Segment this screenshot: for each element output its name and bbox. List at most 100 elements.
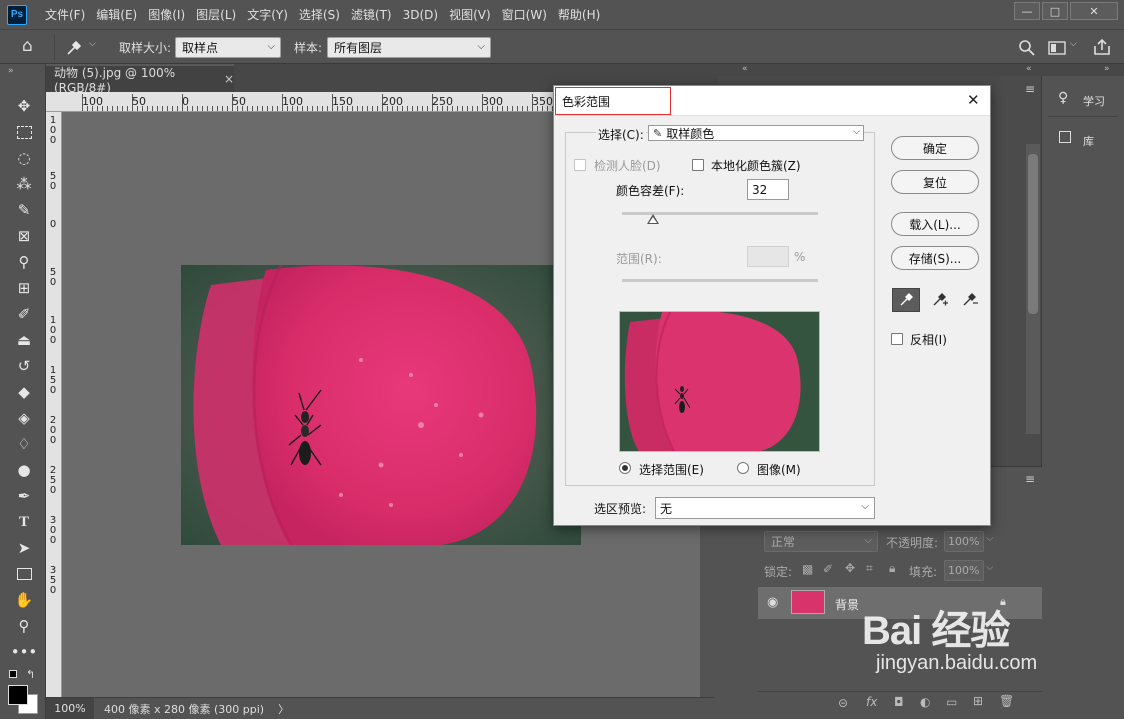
pen-slice-tool-icon[interactable]: ✎ (13, 199, 35, 221)
selection-preview-select[interactable]: 无 ⌵ (655, 497, 875, 519)
history-brush-tool-icon[interactable]: ↺ (13, 355, 35, 377)
blur-tool-icon[interactable]: ♢ (13, 433, 35, 455)
layer-name[interactable]: 背景 (835, 596, 859, 613)
eyedropper-tool-icon[interactable]: ⚲ (13, 251, 35, 273)
view-selection-radio[interactable] (619, 462, 631, 474)
zoom-tool-icon[interactable]: ⚲ (13, 615, 35, 637)
lock-transparent-icon[interactable]: ▩ (802, 562, 813, 576)
load-button[interactable]: 载入(L)... (891, 212, 979, 236)
menu-image[interactable]: 图像(I) (148, 6, 185, 23)
lock-all-icon[interactable]: 🔒︎ (889, 561, 895, 576)
menu-window[interactable]: 窗口(W) (502, 6, 547, 23)
menu-edit[interactable]: 编辑(E) (96, 6, 137, 23)
brush-tool-icon[interactable]: ✐ (13, 303, 35, 325)
eye-icon[interactable]: ◉ (767, 595, 778, 610)
menu-3d[interactable]: 3D(D) (403, 8, 438, 22)
reset-button[interactable]: 复位 (891, 170, 979, 194)
view-image-radio[interactable] (737, 462, 749, 474)
workspace-icon[interactable] (1048, 40, 1070, 56)
mask-icon[interactable]: ◘ (894, 695, 904, 709)
minimize-button[interactable]: — (1014, 2, 1040, 20)
close-tab-icon[interactable]: × (224, 72, 234, 86)
menu-view[interactable]: 视图(V) (449, 6, 491, 23)
stamp-tool-icon[interactable]: ⏏ (13, 329, 35, 351)
close-icon[interactable]: ✕ (967, 91, 980, 109)
menu-layer[interactable]: 图层(L) (196, 6, 236, 23)
info-arrow-icon[interactable]: 〉 (278, 701, 289, 717)
range-label: 范围(R): (616, 252, 662, 266)
lasso-tool-icon[interactable]: ◌ (13, 147, 35, 169)
maximize-button[interactable]: □ (1042, 2, 1068, 20)
adjustment-layer-icon[interactable]: ◐ (920, 695, 930, 709)
eyedropper-tool-button[interactable] (892, 288, 920, 312)
chevron-down-icon[interactable]: ⌵ (986, 533, 994, 544)
menu-file[interactable]: 文件(F) (45, 6, 85, 23)
fill-field[interactable]: 100% (944, 560, 984, 581)
home-icon[interactable]: ⌂ (22, 36, 33, 56)
document-image[interactable] (181, 265, 581, 545)
menu-type[interactable]: 文字(Y) (247, 6, 288, 23)
fuzziness-field[interactable]: 32 (747, 179, 789, 200)
collapse-icon[interactable]: « (742, 64, 748, 74)
frame-tool-icon[interactable]: ⊠ (13, 225, 35, 247)
panel-menu-icon[interactable]: ≡ (1025, 472, 1035, 486)
close-window-button[interactable]: ✕ (1070, 2, 1118, 20)
eyedropper-icon[interactable] (64, 38, 84, 58)
trash-icon[interactable]: 🗑︎ (999, 694, 1014, 708)
zoom-level[interactable]: 100% (46, 697, 94, 719)
invert-checkbox[interactable] (891, 333, 903, 345)
detect-faces-checkbox[interactable] (574, 159, 586, 171)
ok-button[interactable]: 确定 (891, 136, 979, 160)
menu-help[interactable]: 帮助(H) (558, 6, 600, 23)
default-colors-icon[interactable] (9, 670, 17, 678)
library-icon[interactable] (1059, 131, 1071, 143)
sample-select[interactable]: 所有图层 ⌵ (327, 37, 491, 58)
collapse-icon[interactable]: » (1104, 64, 1110, 74)
lock-position-icon[interactable]: ✥ (845, 561, 855, 575)
healing-brush-tool-icon[interactable]: ⊞ (13, 277, 35, 299)
pen-tool-icon[interactable]: ✒ (13, 485, 35, 507)
swap-colors-icon[interactable]: ↰ (26, 668, 35, 681)
library-panel-label[interactable]: 库 (1083, 133, 1094, 149)
document-tab[interactable]: 动物 (5).jpg @ 100%(RGB/8#) × (46, 64, 234, 95)
dodge-tool-icon[interactable]: ● (13, 459, 35, 481)
lock-brush-icon[interactable]: ✐ (823, 562, 833, 576)
chevron-down-icon[interactable]: ⌵ (89, 39, 96, 49)
type-tool-icon[interactable]: T (13, 511, 35, 533)
learn-panel-label[interactable]: 学习 (1083, 93, 1105, 109)
panel-menu-icon[interactable]: ≡ (1025, 82, 1035, 96)
new-layer-icon[interactable]: ⊞ (973, 694, 983, 708)
share-icon[interactable] (1093, 38, 1111, 56)
path-selection-tool-icon[interactable]: ➤ (13, 537, 35, 559)
group-folder-icon[interactable]: ▭ (946, 695, 957, 709)
move-tool-icon[interactable]: ✥ (13, 95, 35, 117)
collapse-icon[interactable]: » (8, 66, 14, 76)
sample-size-select[interactable]: 取样点 ⌵ (175, 37, 281, 58)
search-icon[interactable] (1018, 39, 1036, 57)
menu-filter[interactable]: 滤镜(T) (351, 6, 392, 23)
subtract-from-sample-button[interactable] (956, 288, 984, 312)
magic-wand-tool-icon[interactable]: ⁂ (13, 173, 35, 195)
add-to-sample-button[interactable] (926, 288, 954, 312)
marquee-tool-icon[interactable] (13, 121, 35, 143)
more-tools-icon[interactable]: ••• (11, 641, 38, 663)
rectangle-tool-icon[interactable] (13, 563, 35, 585)
fx-icon[interactable]: fx (866, 695, 877, 709)
chevron-down-icon[interactable]: ⌵ (1070, 39, 1077, 49)
localized-clusters-checkbox[interactable] (692, 159, 704, 171)
chevron-down-icon[interactable]: ⌵ (986, 562, 994, 573)
menu-select[interactable]: 选择(S) (299, 6, 340, 23)
lightbulb-icon[interactable]: ♀ (1058, 90, 1068, 106)
blend-mode-select[interactable]: 正常 ⌵ (764, 531, 878, 552)
link-layers-icon[interactable]: ⊝ (838, 696, 848, 710)
scrollbar[interactable] (1026, 144, 1040, 434)
hand-tool-icon[interactable]: ✋ (13, 589, 35, 611)
select-dropdown[interactable]: ✎ 取样颜色 ⌵ (648, 125, 864, 141)
collapse-icon[interactable]: « (1026, 64, 1032, 74)
foreground-color-swatch[interactable] (8, 685, 28, 705)
opacity-field[interactable]: 100% (944, 531, 984, 552)
save-button[interactable]: 存储(S)... (891, 246, 979, 270)
lock-artboard-icon[interactable]: ⌗ (866, 561, 873, 576)
eraser-tool-icon[interactable]: ◆ (13, 381, 35, 403)
paint-bucket-tool-icon[interactable]: ◈ (13, 407, 35, 429)
